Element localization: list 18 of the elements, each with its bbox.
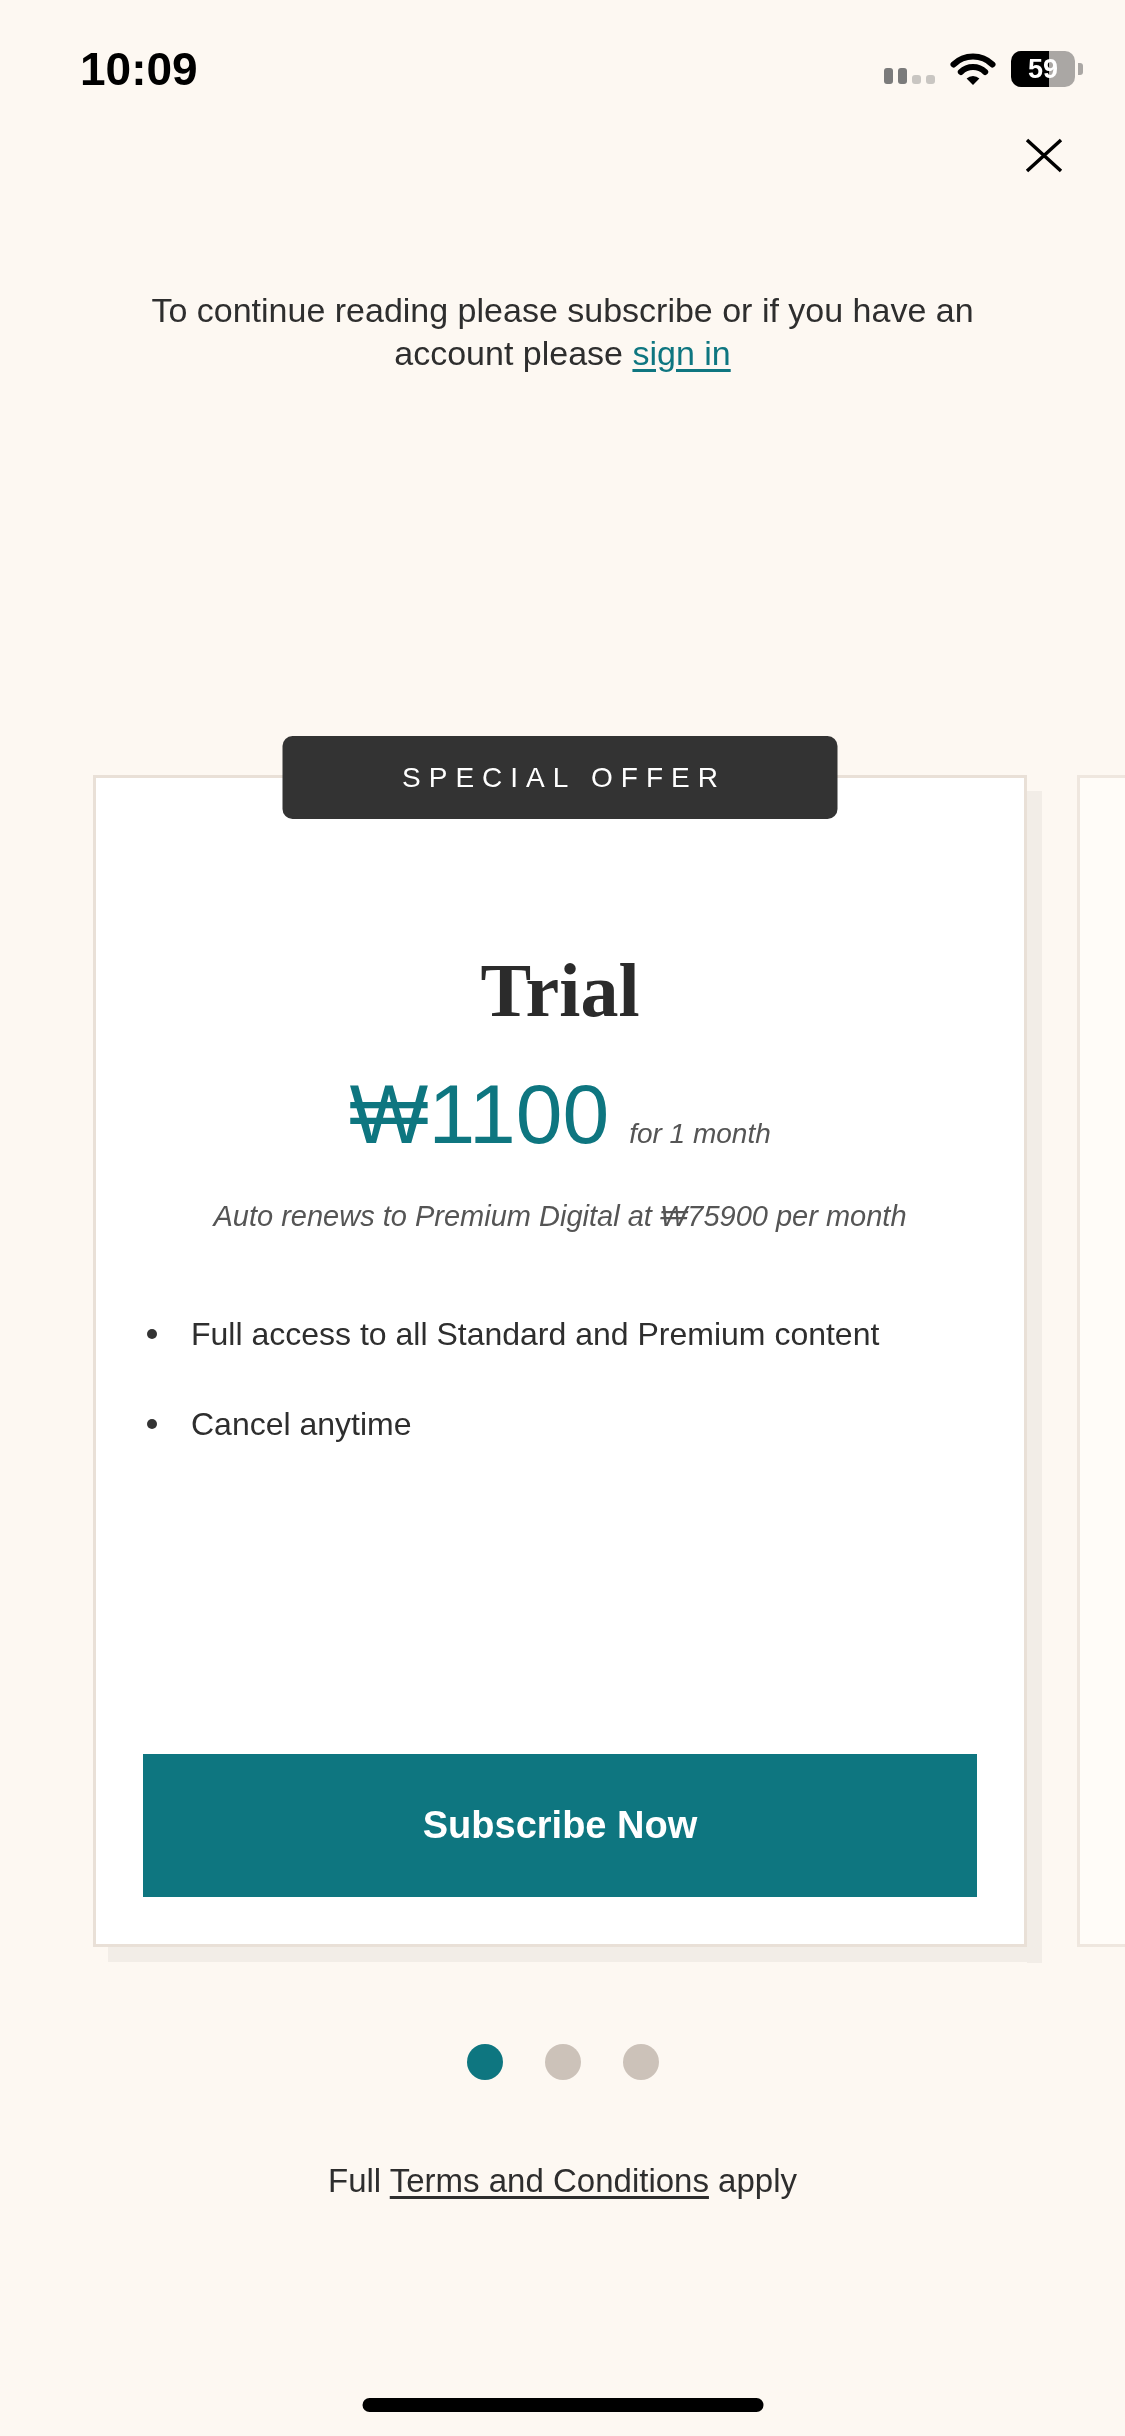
feature-text: Cancel anytime xyxy=(191,1405,412,1444)
subscribe-prompt: To continue reading please subscribe or if you have an account please sign in xyxy=(150,290,975,374)
renewal-note: Auto renews to Premium Digital at ₩75900 per month xyxy=(213,1199,907,1234)
price: ₩1100 xyxy=(349,1072,610,1156)
special-offer-badge: SPECIAL OFFER xyxy=(282,736,838,819)
terms-note: Full Terms and Conditions apply xyxy=(328,2161,797,2201)
bullet-icon xyxy=(147,1419,157,1429)
status-time: 10:09 xyxy=(80,46,198,92)
terms-link[interactable]: Terms and Conditions xyxy=(389,2162,709,2199)
cellular-signal-icon xyxy=(884,68,935,84)
price-period: for 1 month xyxy=(629,1117,771,1151)
wifi-icon xyxy=(950,52,996,86)
close-icon[interactable] xyxy=(1025,138,1063,173)
bullet-icon xyxy=(147,1329,157,1339)
sign-in-link[interactable]: sign in xyxy=(632,334,731,372)
subscribe-button[interactable]: Subscribe Now xyxy=(143,1754,977,1897)
plan-title: Trial xyxy=(480,952,640,1028)
feature-text: Full access to all Standard and Premium content xyxy=(191,1315,880,1354)
